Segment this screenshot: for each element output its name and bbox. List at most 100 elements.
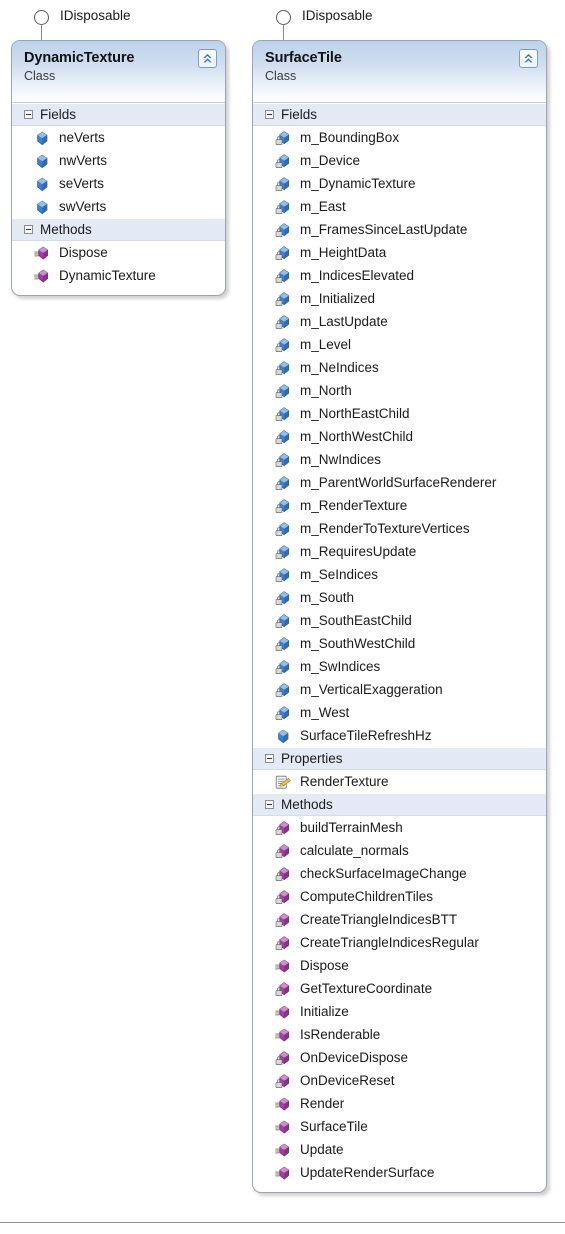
member-row[interactable]: m_DynamicTexture: [253, 172, 546, 195]
member-row[interactable]: m_North: [253, 379, 546, 402]
member-row[interactable]: checkSurfaceImageChange: [253, 862, 546, 885]
member-row[interactable]: m_West: [253, 701, 546, 724]
class-card-dynamic-texture[interactable]: DynamicTexture Class Fields neVerts nwVerts s…: [11, 40, 226, 296]
member-row[interactable]: m_SwIndices: [253, 655, 546, 678]
field-private-icon: [275, 199, 291, 215]
member-row[interactable]: m_NorthWestChild: [253, 425, 546, 448]
member-row[interactable]: IsRenderable: [253, 1023, 546, 1046]
member-row[interactable]: neVerts: [12, 126, 225, 149]
member-row[interactable]: m_SouthWestChild: [253, 632, 546, 655]
field-private-icon: [275, 153, 291, 169]
member-row[interactable]: seVerts: [12, 172, 225, 195]
member-name: OnDeviceDispose: [300, 1050, 409, 1065]
field-public-icon: [34, 176, 50, 192]
class-card-surface-tile[interactable]: SurfaceTile Class Fields m_BoundingBox m_Dev…: [252, 40, 547, 1193]
interface-label: IDisposable: [60, 8, 131, 23]
member-row[interactable]: nwVerts: [12, 149, 225, 172]
member-name: m_DynamicTexture: [300, 176, 416, 191]
member-row[interactable]: DynamicTexture: [12, 264, 225, 287]
collapse-expander-icon[interactable]: [24, 110, 33, 119]
method-private-icon: [275, 866, 291, 882]
class-card-header[interactable]: DynamicTexture Class: [12, 41, 225, 103]
member-row[interactable]: m_NwIndices: [253, 448, 546, 471]
member-row[interactable]: m_IndicesElevated: [253, 264, 546, 287]
class-stereotype: Class: [24, 69, 56, 83]
method-private-icon: [275, 889, 291, 905]
member-row[interactable]: OnDeviceDispose: [253, 1046, 546, 1069]
member-row[interactable]: GetTextureCoordinate: [253, 977, 546, 1000]
member-name: CreateTriangleIndicesBTT: [300, 912, 458, 927]
field-private-icon: [275, 360, 291, 376]
member-name: OnDeviceReset: [300, 1073, 395, 1088]
collapse-expander-icon[interactable]: [265, 754, 274, 763]
member-row[interactable]: RenderTexture: [253, 770, 546, 793]
member-name: calculate_normals: [300, 843, 409, 858]
field-private-icon: [275, 429, 291, 445]
interface-label: IDisposable: [302, 8, 373, 23]
member-row[interactable]: m_ParentWorldSurfaceRenderer: [253, 471, 546, 494]
member-name: neVerts: [59, 130, 105, 145]
member-row[interactable]: calculate_normals: [253, 839, 546, 862]
interface-circle-icon: [276, 10, 291, 25]
member-row[interactable]: UpdateRenderSurface: [253, 1161, 546, 1184]
member-row[interactable]: Update: [253, 1138, 546, 1161]
class-card-header[interactable]: SurfaceTile Class: [253, 41, 546, 103]
field-private-icon: [275, 498, 291, 514]
member-row[interactable]: Dispose: [253, 954, 546, 977]
member-row[interactable]: m_NeIndices: [253, 356, 546, 379]
member-row[interactable]: m_LastUpdate: [253, 310, 546, 333]
member-name: Dispose: [300, 958, 349, 973]
member-row[interactable]: m_NorthEastChild: [253, 402, 546, 425]
method-private-icon: [275, 981, 291, 997]
member-row[interactable]: m_East: [253, 195, 546, 218]
member-name: m_SouthWestChild: [300, 636, 416, 651]
section-header-methods[interactable]: Methods: [12, 218, 225, 241]
member-row[interactable]: m_Initialized: [253, 287, 546, 310]
field-private-icon: [275, 337, 291, 353]
field-private-icon: [275, 567, 291, 583]
section-header-fields[interactable]: Fields: [12, 103, 225, 126]
member-name: m_NeIndices: [300, 360, 379, 375]
member-row[interactable]: m_Level: [253, 333, 546, 356]
member-row[interactable]: m_SeIndices: [253, 563, 546, 586]
member-row[interactable]: SurfaceTile: [253, 1115, 546, 1138]
method-public-icon: [275, 958, 291, 974]
member-row[interactable]: m_FramesSinceLastUpdate: [253, 218, 546, 241]
collapse-expander-icon[interactable]: [265, 800, 274, 809]
section-label: Properties: [281, 751, 343, 766]
member-row[interactable]: m_South: [253, 586, 546, 609]
member-row[interactable]: Initialize: [253, 1000, 546, 1023]
member-name: m_IndicesElevated: [300, 268, 415, 283]
member-row[interactable]: m_BoundingBox: [253, 126, 546, 149]
field-public-icon: [34, 199, 50, 215]
collapse-button[interactable]: [198, 49, 217, 68]
method-private-icon: [275, 843, 291, 859]
member-row[interactable]: m_SouthEastChild: [253, 609, 546, 632]
member-row[interactable]: m_RenderToTextureVertices: [253, 517, 546, 540]
member-row[interactable]: m_VerticalExaggeration: [253, 678, 546, 701]
field-private-icon: [275, 222, 291, 238]
member-row[interactable]: buildTerrainMesh: [253, 816, 546, 839]
method-public-icon: [275, 1142, 291, 1158]
section-header-properties[interactable]: Properties: [253, 747, 546, 770]
member-row[interactable]: CreateTriangleIndicesBTT: [253, 908, 546, 931]
member-row[interactable]: m_Device: [253, 149, 546, 172]
member-row[interactable]: ComputeChildrenTiles: [253, 885, 546, 908]
member-row[interactable]: m_RenderTexture: [253, 494, 546, 517]
collapse-button[interactable]: [519, 49, 538, 68]
member-row[interactable]: swVerts: [12, 195, 225, 218]
collapse-expander-icon[interactable]: [24, 225, 33, 234]
section-header-methods[interactable]: Methods: [253, 793, 546, 816]
member-name: GetTextureCoordinate: [300, 981, 433, 996]
member-row[interactable]: CreateTriangleIndicesRegular: [253, 931, 546, 954]
section-header-fields[interactable]: Fields: [253, 103, 546, 126]
member-row[interactable]: Render: [253, 1092, 546, 1115]
member-row[interactable]: m_RequiresUpdate: [253, 540, 546, 563]
member-row[interactable]: m_HeightData: [253, 241, 546, 264]
member-row[interactable]: OnDeviceReset: [253, 1069, 546, 1092]
member-row[interactable]: Dispose: [12, 241, 225, 264]
method-public-icon: [275, 1027, 291, 1043]
method-private-icon: [275, 912, 291, 928]
member-row[interactable]: SurfaceTileRefreshHz: [253, 724, 546, 747]
collapse-expander-icon[interactable]: [265, 110, 274, 119]
